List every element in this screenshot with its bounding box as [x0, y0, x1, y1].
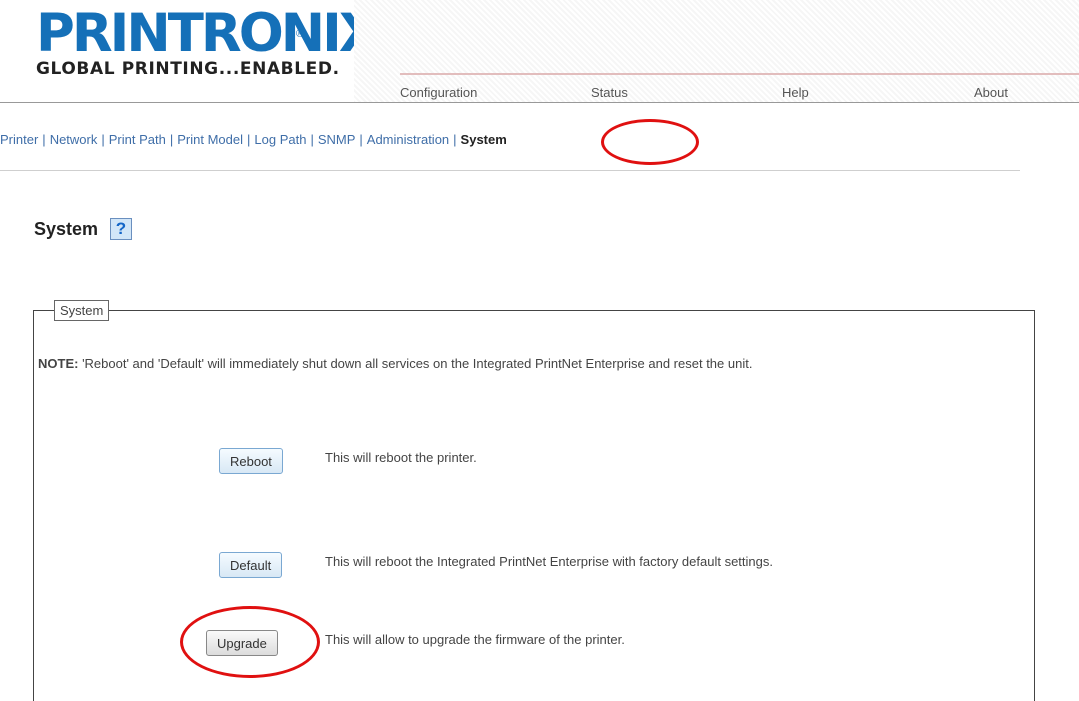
reboot-button[interactable]: Reboot — [219, 448, 283, 474]
sub-nav-print-model[interactable]: Print Model — [177, 132, 243, 147]
sub-nav-separator: | — [169, 132, 174, 147]
reboot-description: This will reboot the printer. — [325, 450, 477, 465]
system-fieldset-legend: System — [54, 300, 110, 321]
sub-nav-print-path[interactable]: Print Path — [109, 132, 166, 147]
sub-nav-system[interactable]: System — [461, 132, 507, 147]
default-description: This will reboot the Integrated PrintNet… — [325, 554, 773, 569]
system-note: NOTE: 'Reboot' and 'Default' will immedi… — [38, 356, 752, 371]
default-button[interactable]: Default — [219, 552, 283, 578]
page-title: System — [34, 219, 99, 239]
annotation-circle-upgrade-button — [180, 606, 320, 678]
top-nav-status[interactable]: Status — [591, 85, 628, 100]
sub-nav-printer[interactable]: Printer — [0, 132, 38, 147]
note-label: NOTE: — [38, 356, 79, 371]
upgrade-description: This will allow to upgrade the firmware … — [325, 632, 625, 647]
sub-nav-snmp[interactable]: SNMP — [318, 132, 356, 147]
sub-nav-separator: | — [247, 132, 251, 147]
sub-nav-separator: | — [42, 132, 46, 147]
sub-nav-network[interactable]: Network — [50, 132, 98, 147]
top-nav-configuration[interactable]: Configuration — [400, 85, 477, 100]
sub-nav-administration[interactable]: Administration — [367, 132, 449, 147]
sub-nav: Printer | Network | Print Path | Print Model | L… — [0, 132, 507, 147]
annotation-circle-system-tab — [601, 119, 699, 165]
top-nav-about[interactable]: About — [974, 85, 1008, 100]
sub-nav-log-path[interactable]: Log Path — [254, 132, 306, 147]
help-icon[interactable]: ? — [110, 218, 132, 240]
sub-nav-divider — [0, 170, 1020, 171]
sub-nav-separator: | — [310, 132, 314, 147]
note-text: 'Reboot' and 'Default' will immediately … — [78, 356, 753, 371]
logo-wordmark: PRINTRONIX — [36, 3, 380, 64]
top-nav-divider — [400, 73, 1079, 75]
sub-nav-separator: | — [453, 132, 457, 147]
printronix-logo: PRINTRONIX GLOBAL PRINTING...ENABLED. — [36, 3, 380, 80]
registered-mark: ® — [296, 28, 305, 40]
sub-nav-separator: | — [359, 132, 363, 147]
header-separator — [0, 102, 1079, 103]
top-nav-help[interactable]: Help — [782, 85, 809, 100]
logo-tagline: GLOBAL PRINTING...ENABLED. — [36, 59, 340, 79]
sub-nav-separator: | — [101, 132, 105, 147]
